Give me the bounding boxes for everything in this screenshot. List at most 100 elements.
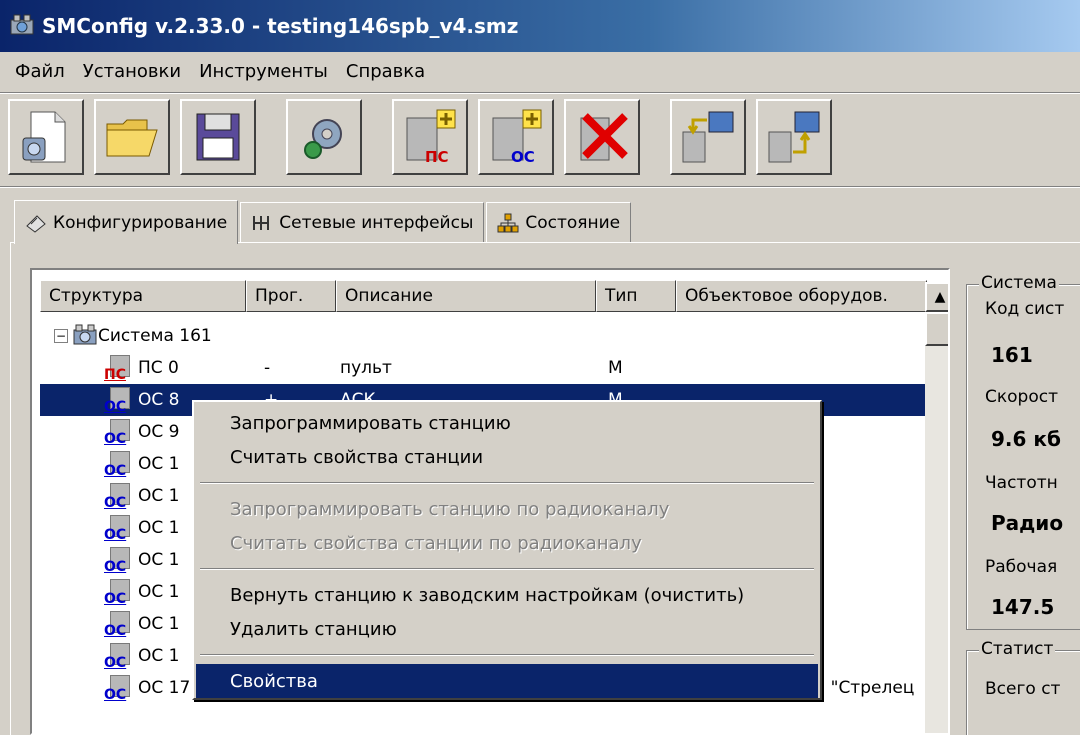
app-icon — [10, 14, 34, 35]
station-name: ОС 1 — [138, 582, 180, 602]
menu-separator — [0, 92, 1080, 94]
delete-icon — [580, 113, 628, 161]
tab-configuration[interactable]: Конфигурирование — [14, 200, 239, 244]
station-name: ОС 17 — [138, 678, 191, 698]
station-prog: - — [264, 358, 271, 378]
delete-station-button[interactable] — [564, 99, 640, 175]
context-menu-item[interactable]: Считать свойства станции — [196, 440, 818, 474]
save-button[interactable] — [180, 99, 256, 175]
station-icon: ОС — [104, 513, 138, 543]
station-code: ОС — [104, 591, 127, 607]
station-description: пульт — [340, 358, 392, 378]
window-title: SMConfig v.2.33.0 - testing146spb_v4.smz — [42, 14, 519, 38]
scroll-thumb[interactable] — [925, 312, 948, 346]
column-equipment[interactable]: Объектовое оборудов. — [676, 280, 927, 312]
toolbar: ПС ОС — [8, 96, 842, 178]
station-name: ОС 8 — [138, 390, 180, 410]
station-equipment — [698, 352, 934, 384]
menu-file[interactable]: Файл — [6, 61, 74, 82]
station-code: ОС — [104, 431, 127, 447]
station-icon: ОС — [104, 449, 138, 479]
read-station-icon — [682, 111, 734, 163]
menu-bar: Файл Установки Инструменты Справка — [0, 52, 1080, 90]
menu-help[interactable]: Справка — [337, 61, 434, 82]
station-row[interactable]: ПС ПС 0 - пульт М — [40, 352, 925, 384]
station-name: ОС 1 — [138, 454, 180, 474]
settings-button[interactable] — [286, 99, 362, 175]
tree-root-label: Система 161 — [98, 326, 212, 346]
tab-label: Конфигурирование — [53, 212, 228, 233]
read-station-button[interactable] — [670, 99, 746, 175]
status-icon — [497, 213, 519, 232]
context-menu-item[interactable]: Запрограммировать станцию по радиоканалу — [196, 492, 818, 526]
system-code-label: Код сист — [985, 299, 1065, 319]
station-name: ОС 1 — [138, 614, 180, 634]
station-icon: ОС — [104, 545, 138, 575]
tab-label: Состояние — [525, 212, 621, 233]
station-code: ОС — [104, 655, 127, 671]
station-icon: ОС — [104, 417, 138, 447]
add-os-icon: ОС — [492, 109, 542, 166]
tab-network-interfaces[interactable]: Сетевые интерфейсы — [240, 202, 485, 242]
station-name: ОС 9 — [138, 422, 180, 442]
station-name: ПС 0 — [138, 358, 179, 378]
menu-settings[interactable]: Установки — [74, 61, 190, 82]
station-code: ПС — [104, 367, 126, 383]
column-description[interactable]: Описание — [336, 280, 596, 312]
menu-separator — [200, 482, 814, 484]
new-config-button[interactable] — [8, 99, 84, 175]
working-value: 147.5 — [991, 595, 1055, 619]
station-code: ОС — [104, 527, 127, 543]
svg-text:ПС: ПС — [425, 148, 449, 166]
context-menu-item[interactable]: Удалить станцию — [196, 612, 818, 646]
column-prog[interactable]: Прог. — [246, 280, 336, 312]
frequency-label: Частотн — [985, 473, 1058, 493]
tree-root-row[interactable]: − Система 161 — [40, 320, 925, 352]
context-menu: Запрограммировать станцию Считать свойств… — [192, 400, 822, 700]
tab-status[interactable]: Состояние — [486, 202, 632, 242]
floppy-icon — [196, 113, 240, 161]
write-station-icon — [768, 111, 820, 163]
station-icon: ПС — [104, 353, 138, 383]
station-name: ОС 1 — [138, 486, 180, 506]
menu-tools[interactable]: Инструменты — [190, 61, 337, 82]
svg-text:ОС: ОС — [511, 148, 535, 166]
station-code: ОС — [104, 463, 127, 479]
station-icon: ОС — [104, 641, 138, 671]
station-icon: ОС — [104, 577, 138, 607]
station-name: ОС 1 — [138, 550, 180, 570]
system-code-value: 161 — [991, 343, 1033, 367]
open-button[interactable] — [94, 99, 170, 175]
station-type: М — [608, 358, 623, 378]
station-icon: ОС — [104, 385, 138, 415]
menu-separator — [200, 654, 814, 656]
system-icon — [73, 324, 97, 345]
context-menu-item[interactable]: Вернуть станцию к заводским настройкам (… — [196, 578, 818, 612]
total-stations-label: Всего ст — [985, 679, 1061, 699]
tab-strip: Конфигурирование Сетевые интерфейсы Сост… — [14, 200, 633, 244]
working-label: Рабочая — [985, 557, 1058, 577]
stats-group: Статист Всего ст — [966, 639, 1080, 735]
config-icon — [26, 214, 46, 233]
station-icon: ОС — [104, 609, 138, 639]
station-name: ОС 1 — [138, 646, 180, 666]
system-group: Система Код сист 161 Скорост 9.6 кб Част… — [966, 273, 1080, 630]
column-type[interactable]: Тип — [596, 280, 676, 312]
frequency-value: Радио — [991, 511, 1064, 535]
toolbar-separator — [0, 186, 1080, 188]
scroll-up-button[interactable]: ▲ — [925, 282, 948, 312]
column-structure[interactable]: Структура — [40, 280, 246, 312]
add-os-button[interactable]: ОС — [478, 99, 554, 175]
add-ps-button[interactable]: ПС — [392, 99, 468, 175]
station-code: ОС — [104, 495, 127, 511]
context-menu-item[interactable]: Запрограммировать станцию — [196, 406, 818, 440]
context-menu-item[interactable]: Считать свойства станции по радиоканалу — [196, 526, 818, 560]
tab-label: Сетевые интерфейсы — [279, 212, 474, 233]
context-menu-item[interactable]: Свойства — [196, 664, 818, 698]
collapse-toggle[interactable]: − — [54, 329, 68, 343]
network-icon — [253, 215, 270, 230]
station-code: ОС — [104, 399, 127, 415]
title-bar[interactable]: SMConfig v.2.33.0 - testing146spb_v4.smz — [0, 0, 1080, 52]
station-icon: ОС — [104, 481, 138, 511]
write-station-button[interactable] — [756, 99, 832, 175]
